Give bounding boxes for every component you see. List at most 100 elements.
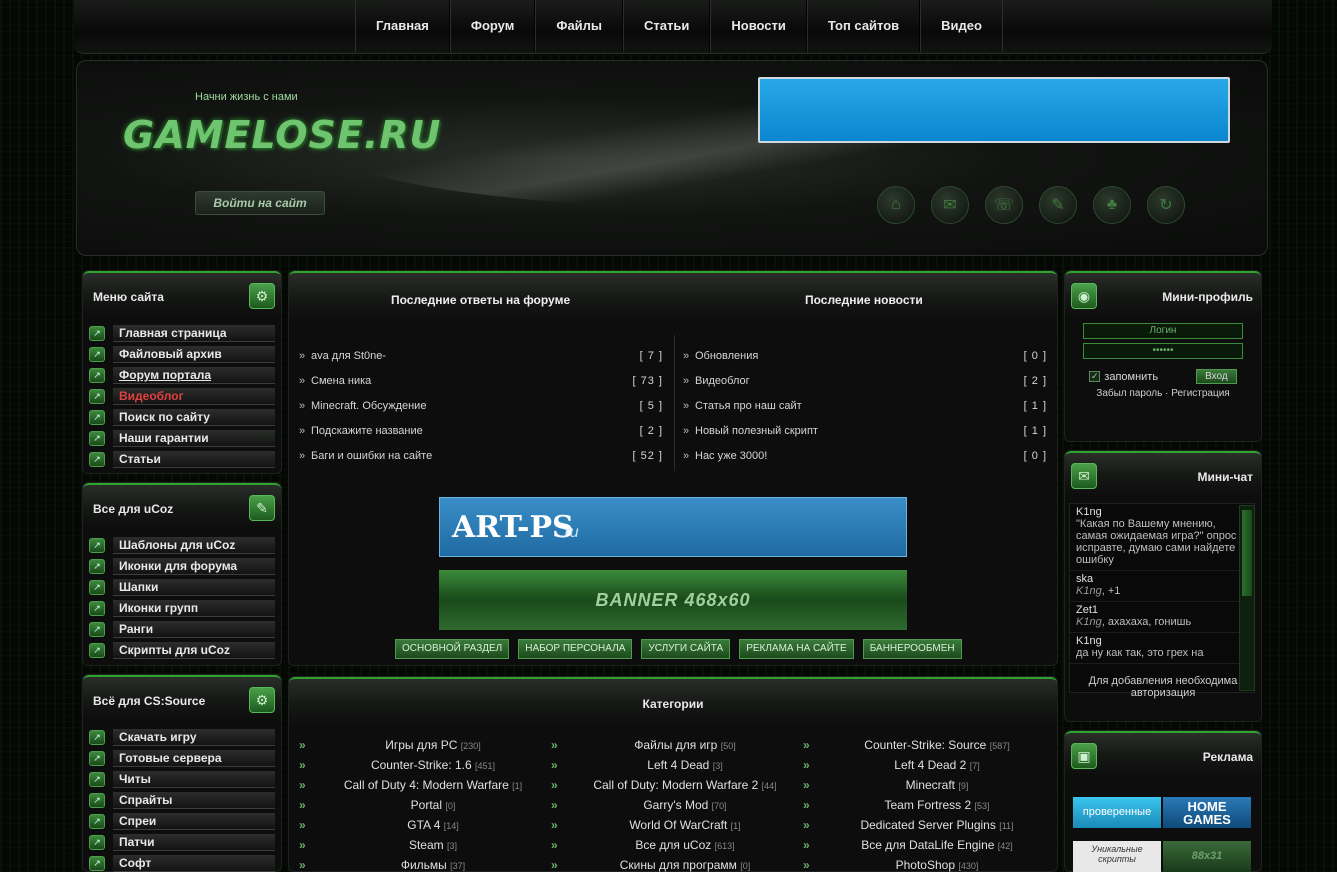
list-item[interactable]: » Нас уже 3000![ 0 ] [683,443,1047,468]
main-section-button[interactable]: ОСНОВНОЙ РАЗДЕЛ [395,639,510,659]
chat-user[interactable]: K1ng [1076,635,1248,647]
list-item[interactable]: » Подскажите название[ 2 ] [299,418,663,443]
ucoz-menu-item[interactable]: ↗ Шаблоны для uCoz [89,535,281,556]
site-logo[interactable]: GAMELOSE.RU [123,113,441,157]
category-item[interactable]: » Файлы для игр [50] [547,735,799,755]
menu-item-label[interactable]: Шапки [113,579,275,596]
list-item[interactable]: » Баги и ошибки на сайте[ 52 ] [299,443,663,468]
category-link[interactable]: Counter-Strike: Source [864,738,986,752]
forum-topic-link[interactable]: Смена ника [311,375,633,387]
scrollbar-thumb[interactable] [1242,510,1252,596]
category-item[interactable]: » Все для DataLife Engine [42] [799,835,1051,855]
category-link[interactable]: Minecraft [906,778,955,792]
chat-scrollbar[interactable] [1239,505,1255,691]
nav-articles[interactable]: Статьи [623,0,711,52]
ucoz-menu-item[interactable]: ↗ Иконки для форума [89,556,281,577]
list-item[interactable]: » Смена ника[ 73 ] [299,368,663,393]
category-item[interactable]: » GTA 4 [14] [295,815,547,835]
menu-item-label[interactable]: Поиск по сайту [113,409,275,426]
site-menu-item[interactable]: ↗ Видеоблог [89,386,281,407]
nav-files[interactable]: Файлы [535,0,624,52]
chat-user[interactable]: Zet1 [1076,604,1248,616]
nav-home[interactable]: Главная [355,0,450,52]
menu-item-label[interactable]: Готовые сервера [113,750,275,767]
css-menu-item[interactable]: ↗ Патчи [89,832,281,853]
menu-item-label[interactable]: Скрипты для uCoz [113,642,275,659]
menu-item-label[interactable]: Статьи [113,451,275,468]
category-link[interactable]: PhotoShop [896,858,955,872]
nav-top-sites[interactable]: Топ сайтов [806,0,921,52]
category-item[interactable]: » Скины для программ [0] [547,855,799,872]
site-menu-item[interactable]: ↗ Главная страница [89,323,281,344]
menu-item-label[interactable]: Спреи [113,813,275,830]
menu-item-label[interactable]: Ранги [113,621,275,638]
ucoz-menu-item[interactable]: ↗ Шапки [89,577,281,598]
menu-item-label[interactable]: Видеоблог [113,388,275,405]
forum-topic-link[interactable]: Подскажите название [311,425,640,437]
banner-exchange-button[interactable]: БАННЕРООБМЕН [862,639,962,659]
category-item[interactable]: » Garry's Mod [70] [547,795,799,815]
advertising-button[interactable]: РЕКЛАМА НА САЙТЕ [739,639,854,659]
list-item[interactable]: » Статья про наш сайт[ 1 ] [683,393,1047,418]
register-link[interactable]: Регистрация [1171,388,1229,399]
category-link[interactable]: Team Fortress 2 [884,798,971,812]
menu-item-label[interactable]: Скачать игру [113,729,275,746]
ad-banner-home-games[interactable]: HOME GAMES [1163,797,1251,828]
news-link[interactable]: Статья про наш сайт [695,400,1024,412]
site-menu-item[interactable]: ↗ Статьи [89,449,281,470]
category-link[interactable]: Игры для PC [385,738,457,752]
artps-banner[interactable]: ART-PS .ru [439,497,907,557]
site-menu-item[interactable]: ↗ Поиск по сайту [89,407,281,428]
menu-item-label[interactable]: Форум портала [113,367,275,384]
password-input[interactable]: •••••• [1083,343,1243,359]
list-item[interactable]: » ava для St0ne-[ 7 ] [299,343,663,368]
forgot-password-link[interactable]: Забыл пароль [1096,388,1162,399]
site-menu-item[interactable]: ↗ Форум портала [89,365,281,386]
category-link[interactable]: Counter-Strike: 1.6 [371,758,472,772]
category-item[interactable]: » Left 4 Dead 2 [7] [799,755,1051,775]
category-item[interactable]: » Portal [0] [295,795,547,815]
news-link[interactable]: Обновления [695,350,1024,362]
category-item[interactable]: » Minecraft [9] [799,775,1051,795]
news-link[interactable]: Нас уже 3000! [695,450,1024,462]
chat-user[interactable]: ska [1076,573,1248,585]
news-link[interactable]: Новый полезный скрипт [695,425,1024,437]
login-button[interactable]: Войти на сайт [195,191,325,215]
category-link[interactable]: Steam [409,838,444,852]
menu-item-label[interactable]: Патчи [113,834,275,851]
category-link[interactable]: GTA 4 [407,818,440,832]
site-menu-item[interactable]: ↗ Наши гарантии [89,428,281,449]
category-item[interactable]: » Фильмы [37] [295,855,547,872]
category-link[interactable]: Файлы для игр [634,738,717,752]
menu-item-label[interactable]: Спрайты [113,792,275,809]
category-item[interactable]: » Steam [3] [295,835,547,855]
ad-banner-88x31[interactable]: 88x31 [1163,841,1251,872]
category-item[interactable]: » Team Fortress 2 [53] [799,795,1051,815]
home-icon[interactable]: ⌂ [877,186,915,224]
gamepad-icon[interactable]: ♣ [1093,186,1131,224]
menu-item-label[interactable]: Главная страница [113,325,275,342]
css-menu-item[interactable]: ↗ Спрайты [89,790,281,811]
nav-news[interactable]: Новости [710,0,807,52]
menu-item-label[interactable]: Софт [113,855,275,872]
header-banner[interactable] [758,77,1230,143]
phone-icon[interactable]: ☏ [985,186,1023,224]
menu-item-label[interactable]: Наши гарантии [113,430,275,447]
forum-topic-link[interactable]: ava для St0ne- [311,350,640,362]
category-link[interactable]: Все для uCoz [635,838,711,852]
category-link[interactable]: Фильмы [401,858,447,872]
category-link[interactable]: Left 4 Dead 2 [894,758,966,772]
checkbox-icon[interactable]: ✓ [1089,371,1101,382]
menu-item-label[interactable]: Шаблоны для uCoz [113,537,275,554]
menu-item-label[interactable]: Файловый архив [113,346,275,363]
category-item[interactable]: » PhotoShop [430] [799,855,1051,872]
menu-item-label[interactable]: Читы [113,771,275,788]
category-item[interactable]: » World Of WarCraft [1] [547,815,799,835]
ucoz-menu-item[interactable]: ↗ Скрипты для uCoz [89,640,281,661]
category-link[interactable]: Скины для программ [620,858,737,872]
css-menu-item[interactable]: ↗ Скачать игру [89,727,281,748]
enter-button[interactable]: Вход [1196,369,1237,384]
category-link[interactable]: Call of Duty: Modern Warfare 2 [593,778,758,792]
category-item[interactable]: » Counter-Strike: 1.6 [451] [295,755,547,775]
category-item[interactable]: » Все для uCoz [613] [547,835,799,855]
